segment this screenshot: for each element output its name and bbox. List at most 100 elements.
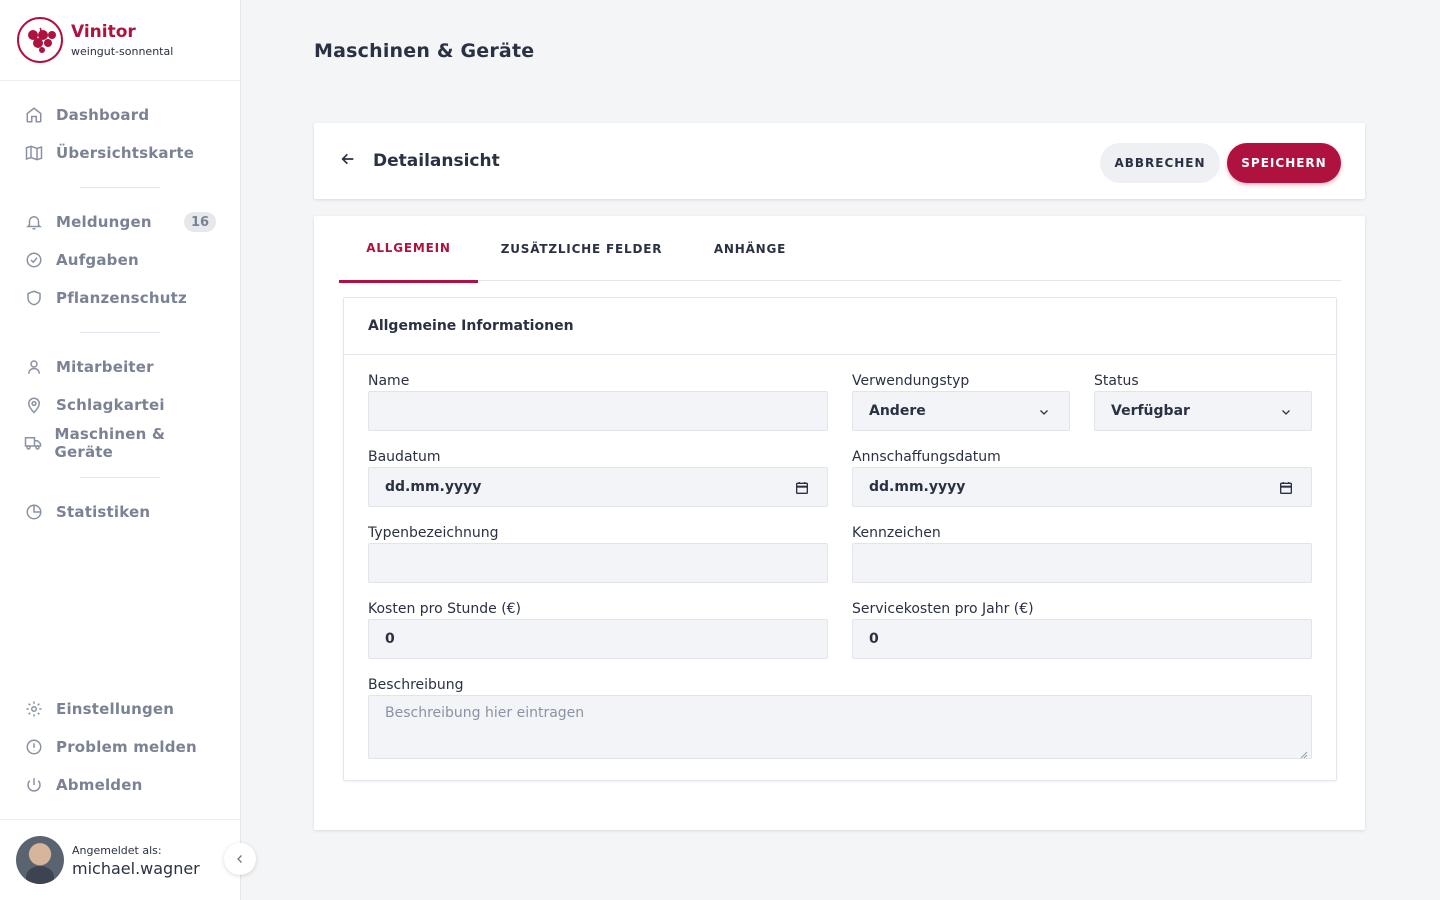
type-designation-field[interactable] [368,543,828,583]
nav-item-tasks[interactable]: Aufgaben [24,247,216,273]
truck-icon [24,433,42,453]
save-button[interactable]: SPEICHERN [1227,143,1341,183]
nav-item-plant-protection[interactable]: Pflanzenschutz [24,285,216,311]
license-plate-field[interactable] [852,543,1312,583]
nav-label: Meldungen [56,213,152,231]
check-circle-icon [24,250,44,270]
tab-bar: ALLGEMEIN ZUSÄTZLICHE FELDER ANHÄNGE [339,216,1341,283]
tab-attachments[interactable]: ANHÄNGE [697,216,803,281]
map-icon [24,143,44,163]
cost-per-hour-input[interactable] [385,620,827,658]
build-date-value: dd.mm.yyyy [385,479,482,495]
home-icon [24,105,44,125]
description-textarea[interactable]: Beschreibung hier eintragen [368,695,1312,759]
service-cost-label: Servicekosten pro Jahr (€) [852,601,1034,617]
alert-circle-icon [24,737,44,757]
pie-chart-icon [24,502,44,522]
cost-per-hour-label: Kosten pro Stunde (€) [368,601,522,617]
nav-item-machines[interactable]: Maschinen & Geräte [24,425,216,461]
build-date-label: Baudatum [368,449,441,465]
nav-label: Pflanzenschutz [56,289,187,307]
nav-label: Problem melden [56,738,197,756]
purchase-date-value: dd.mm.yyyy [869,479,966,495]
calendar-icon[interactable] [1277,479,1295,497]
status-value: Verfügbar [1111,403,1190,419]
resize-handle-icon[interactable] [1300,747,1308,759]
page-title: Maschinen & Geräte [314,40,535,62]
name-label: Name [368,373,410,389]
chevron-down-icon [1277,403,1295,421]
description-label: Beschreibung [368,677,464,693]
nav-divider [80,477,160,478]
purchase-date-label: Annschaffungsdatum [852,449,1001,465]
user-icon [24,357,44,377]
nav-label: Statistiken [56,503,151,521]
nav-label: Aufgaben [56,251,139,269]
nav-item-statistics[interactable]: Statistiken [24,499,216,525]
calendar-icon[interactable] [793,479,811,497]
tab-general[interactable]: ALLGEMEIN [339,216,478,283]
nav-label: Dashboard [56,106,150,124]
usage-type-select[interactable]: Andere [852,391,1070,431]
user-panel: Angemeldet als: michael.wagner [0,819,240,900]
chevron-down-icon [1035,403,1053,421]
username: michael.wagner [72,859,200,878]
arrow-left-icon [340,151,356,171]
brand-name: Vinitor [71,21,136,42]
license-plate-label: Kennzeichen [852,525,941,541]
general-info-section: Allgemeine Informationen Name Verwendung… [343,297,1337,781]
grape-logo-icon [17,17,63,63]
section-title: Allgemeine Informationen [344,298,1336,355]
logged-in-label: Angemeldet als: [72,844,162,857]
location-pin-icon [24,395,44,415]
nav-item-settings[interactable]: Einstellungen [24,696,216,722]
detail-header: Detailansicht ABBRECHEN SPEICHERN [314,123,1365,199]
detail-card: ALLGEMEIN ZUSÄTZLICHE FELDER ANHÄNGE All… [314,216,1365,830]
name-input[interactable] [385,392,827,430]
brand: Vinitor weingut-sonnental [0,0,240,81]
build-date-field[interactable]: dd.mm.yyyy [368,467,828,507]
service-cost-input[interactable] [869,620,1311,658]
gear-icon [24,699,44,719]
cost-per-hour-field[interactable] [368,619,828,659]
nav-label: Schlagkartei [56,396,165,414]
nav-divider [80,187,160,188]
nav-item-field-register[interactable]: Schlagkartei [24,392,216,418]
license-plate-input[interactable] [869,544,1311,582]
nav-label: Maschinen & Geräte [54,425,166,461]
cancel-button[interactable]: ABBRECHEN [1100,143,1220,183]
nav-item-messages[interactable]: Meldungen 16 [24,209,216,235]
purchase-date-field[interactable]: dd.mm.yyyy [852,467,1312,507]
power-icon [24,775,44,795]
status-select[interactable]: Verfügbar [1094,391,1312,431]
sidebar: Vinitor weingut-sonnental Dashboard Über… [0,0,241,900]
nav-item-logout[interactable]: Abmelden [24,772,216,798]
usage-type-label: Verwendungstyp [852,373,970,389]
bell-icon [24,212,44,232]
detail-title: Detailansicht [373,151,500,171]
status-label: Status [1094,373,1139,389]
shield-icon [24,288,44,308]
nav-label: Mitarbeiter [56,358,154,376]
name-field[interactable] [368,391,828,431]
messages-count-badge: 16 [184,212,216,232]
usage-type-value: Andere [869,403,926,419]
nav-item-overview-map[interactable]: Übersichtskarte [24,140,216,166]
nav-divider [80,332,160,333]
description-placeholder: Beschreibung hier eintragen [385,705,585,721]
type-designation-label: Typenbezeichnung [368,525,499,541]
collapse-sidebar-button[interactable] [224,843,256,875]
nav-item-report-problem[interactable]: Problem melden [24,734,216,760]
avatar[interactable] [16,836,64,884]
service-cost-field[interactable] [852,619,1312,659]
back-button[interactable] [338,151,358,171]
brand-subtitle: weingut-sonnental [71,44,174,58]
tab-additional-fields[interactable]: ZUSÄTZLICHE FELDER [490,216,673,281]
nav-label: Einstellungen [56,700,175,718]
nav-item-employees[interactable]: Mitarbeiter [24,354,216,380]
nav-label: Übersichtskarte [56,144,195,162]
type-designation-input[interactable] [385,544,827,582]
nav-item-dashboard[interactable]: Dashboard [24,102,216,128]
nav-label: Abmelden [56,776,143,794]
chevron-left-icon [234,850,246,869]
